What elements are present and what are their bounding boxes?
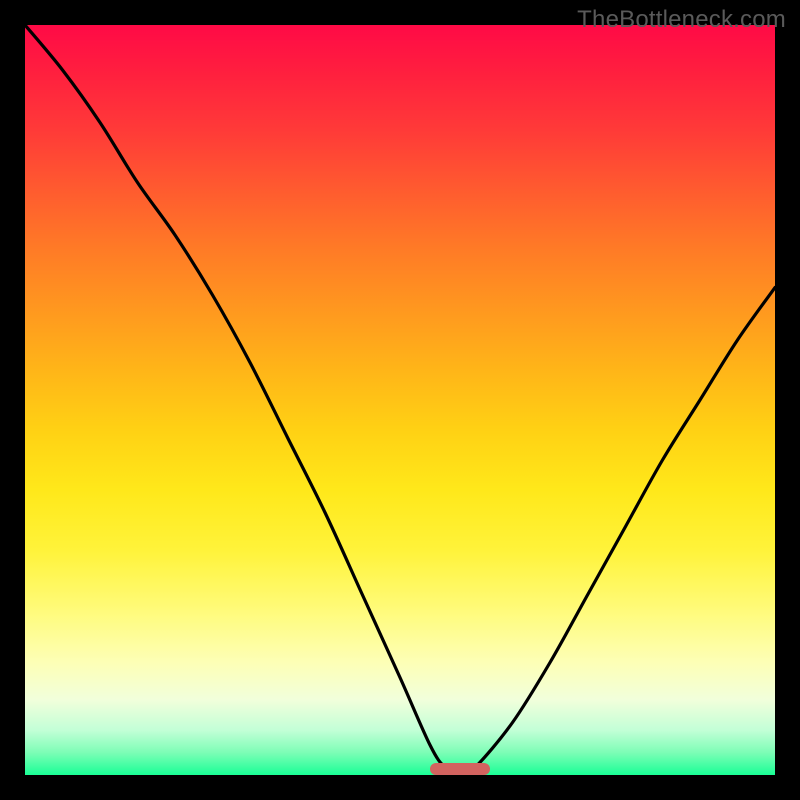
minimum-marker <box>430 763 490 775</box>
chart-frame: TheBottleneck.com <box>0 0 800 800</box>
bottleneck-curve <box>25 25 775 775</box>
watermark-text: TheBottleneck.com <box>577 6 786 34</box>
plot-area <box>25 25 775 775</box>
